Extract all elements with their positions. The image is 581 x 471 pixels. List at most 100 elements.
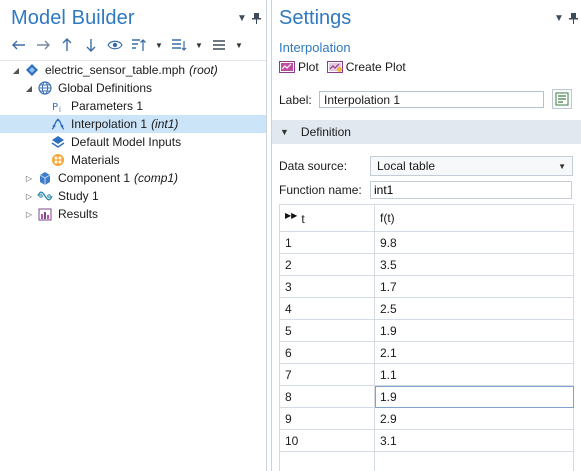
pin-icon[interactable] bbox=[569, 13, 578, 27]
expanded-triangle-icon[interactable]: ◢ bbox=[11, 66, 21, 75]
tree-node-results[interactable]: ▷ Results bbox=[0, 205, 266, 223]
tree-node-study[interactable]: ▷ Study 1 bbox=[0, 187, 266, 205]
table-cell[interactable]: 10 bbox=[279, 429, 375, 452]
label-edit-button[interactable] bbox=[552, 89, 572, 109]
table-cell[interactable]: 1.1 bbox=[374, 363, 574, 386]
data-source-row: Data source: Local table ▼ bbox=[279, 156, 573, 176]
settings-subtitle: Interpolation bbox=[279, 40, 351, 55]
table-cell[interactable]: 8 bbox=[279, 385, 375, 408]
table-cell[interactable]: 9 bbox=[279, 407, 375, 430]
forward-arrow-icon[interactable] bbox=[34, 36, 52, 54]
collapsed-triangle-icon[interactable]: ▷ bbox=[24, 174, 34, 183]
table-row: 7 1.1 bbox=[279, 363, 574, 386]
model-tree: ◢ electric_sensor_table.mph (root) ◢ Glo… bbox=[0, 60, 266, 471]
plot-button[interactable]: Plot bbox=[279, 60, 319, 74]
table-cell[interactable]: 4 bbox=[279, 297, 375, 320]
table-row: 6 2.1 bbox=[279, 341, 574, 364]
table-cell[interactable]: 2.5 bbox=[374, 297, 574, 320]
move-down-icon[interactable] bbox=[82, 36, 100, 54]
chevron-down-icon: ▼ bbox=[558, 161, 566, 171]
column-header-t[interactable]: ▶▶ t bbox=[279, 204, 375, 232]
table-cell[interactable] bbox=[374, 451, 574, 471]
sort-dropdown-icon[interactable]: ▼ bbox=[154, 36, 164, 54]
model-builder-title: Model Builder bbox=[11, 7, 135, 29]
parameters-icon: Pi bbox=[50, 98, 66, 114]
fast-forward-icon: ▶▶ bbox=[285, 211, 298, 221]
tree-node-interpolation[interactable]: Interpolation 1 (int1) bbox=[0, 115, 266, 133]
results-icon bbox=[37, 206, 53, 222]
expanded-triangle-icon[interactable]: ◢ bbox=[24, 84, 34, 93]
table-row-empty bbox=[279, 451, 574, 471]
materials-icon bbox=[50, 152, 66, 168]
definition-section-header[interactable]: ▼ Definition bbox=[272, 120, 581, 144]
mph-file-icon bbox=[24, 62, 40, 78]
table-cell[interactable]: 1.7 bbox=[374, 275, 574, 298]
table-cell-focused[interactable]: 1.9 bbox=[374, 385, 574, 408]
label-field[interactable] bbox=[319, 91, 544, 108]
back-arrow-icon[interactable] bbox=[10, 36, 28, 54]
collapse-dropdown-icon[interactable]: ▼ bbox=[194, 36, 204, 54]
table-cell[interactable]: 7 bbox=[279, 363, 375, 386]
svg-text:i: i bbox=[59, 106, 61, 113]
tree-node-default-model-inputs[interactable]: Default Model Inputs bbox=[0, 133, 266, 151]
table-row: 3 1.7 bbox=[279, 275, 574, 298]
tree-node-global-definitions[interactable]: ◢ Global Definitions bbox=[0, 79, 266, 97]
interpolation-icon bbox=[50, 116, 66, 132]
function-name-field[interactable] bbox=[370, 181, 572, 199]
collapsed-triangle-icon[interactable]: ▷ bbox=[24, 210, 34, 219]
move-up-icon[interactable] bbox=[58, 36, 76, 54]
collapse-all-icon[interactable] bbox=[170, 36, 188, 54]
tree-node-root[interactable]: ◢ electric_sensor_table.mph (root) bbox=[0, 61, 266, 79]
settings-pane: Settings ▼ Interpolation Plot Create Plo… bbox=[271, 0, 581, 471]
table-cell[interactable]: 3.1 bbox=[374, 429, 574, 452]
table-cell[interactable]: 2.1 bbox=[374, 341, 574, 364]
sort-icon[interactable] bbox=[130, 36, 148, 54]
pane-menu-chevron-icon[interactable]: ▼ bbox=[237, 13, 247, 24]
table-cell[interactable]: 1.9 bbox=[374, 319, 574, 342]
settings-title: Settings bbox=[279, 7, 352, 29]
component-icon bbox=[37, 170, 53, 186]
table-cell[interactable]: 3.5 bbox=[374, 253, 574, 276]
column-header-f[interactable]: f(t) bbox=[374, 204, 574, 232]
pin-icon[interactable] bbox=[252, 13, 261, 27]
tree-node-component[interactable]: ▷ Component 1 (comp1) bbox=[0, 169, 266, 187]
label-row: Label: bbox=[279, 91, 544, 108]
data-source-select[interactable]: Local table ▼ bbox=[370, 156, 573, 176]
model-builder-toolbar: ▼ ▼ ▼ bbox=[10, 36, 244, 54]
data-source-caption: Data source: bbox=[279, 159, 348, 173]
function-name-caption: Function name: bbox=[279, 183, 362, 197]
study-icon bbox=[37, 188, 53, 204]
collapsed-triangle-icon[interactable]: ▷ bbox=[24, 192, 34, 201]
table-cell[interactable]: 1 bbox=[279, 231, 375, 254]
list-view-dropdown-icon[interactable]: ▼ bbox=[234, 36, 244, 54]
plot-icon bbox=[279, 61, 295, 73]
table-cell[interactable] bbox=[279, 451, 375, 471]
table-cell[interactable]: 6 bbox=[279, 341, 375, 364]
default-model-inputs-icon bbox=[50, 134, 66, 150]
table-cell[interactable]: 3 bbox=[279, 275, 375, 298]
list-view-icon[interactable] bbox=[210, 36, 228, 54]
table-row: 2 3.5 bbox=[279, 253, 574, 276]
table-cell[interactable]: 5 bbox=[279, 319, 375, 342]
table-row: 9 2.9 bbox=[279, 407, 574, 430]
pane-menu-chevron-icon[interactable]: ▼ bbox=[554, 13, 564, 24]
interpolation-table: ▶▶ t f(t) 1 9.8 2 3.5 3 1.7 4 2.5 5 1.9 6 2.1 7… bbox=[279, 204, 574, 471]
section-collapse-triangle-icon: ▼ bbox=[280, 127, 289, 137]
tree-node-materials[interactable]: Materials bbox=[0, 151, 266, 169]
svg-text:P: P bbox=[52, 102, 58, 113]
table-row: 10 3.1 bbox=[279, 429, 574, 452]
model-builder-pane: Model Builder ▼ ▼ ▼ ▼ ◢ electric_sensor_… bbox=[0, 0, 267, 471]
settings-actions: Plot Create Plot bbox=[279, 59, 406, 75]
tree-node-parameters[interactable]: Pi Parameters 1 bbox=[0, 97, 266, 115]
table-cell[interactable]: 2 bbox=[279, 253, 375, 276]
table-row: 4 2.5 bbox=[279, 297, 574, 320]
show-eye-icon[interactable] bbox=[106, 36, 124, 54]
create-plot-button[interactable]: Create Plot bbox=[326, 60, 406, 74]
function-name-row: Function name: bbox=[279, 181, 572, 199]
table-row: 1 9.8 bbox=[279, 231, 574, 254]
table-cell[interactable]: 9.8 bbox=[374, 231, 574, 254]
table-row: 5 1.9 bbox=[279, 319, 574, 342]
edit-label-icon bbox=[555, 92, 569, 106]
table-cell[interactable]: 2.9 bbox=[374, 407, 574, 430]
table-row: 8 1.9 bbox=[279, 385, 574, 408]
